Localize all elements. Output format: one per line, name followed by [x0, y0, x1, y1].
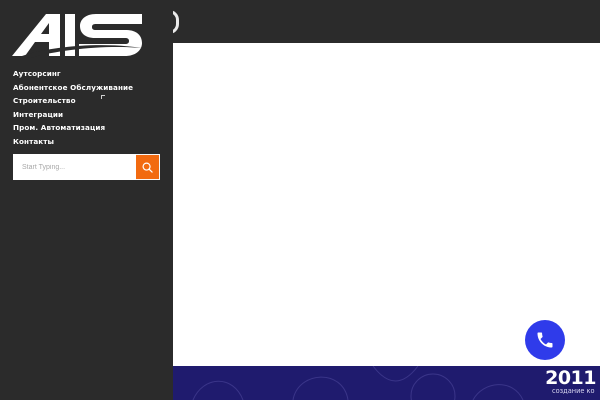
submenu-indicator-icon — [101, 95, 105, 99]
top-bar — [169, 0, 600, 43]
banner-background-pattern — [192, 366, 524, 400]
menu-item-contacts[interactable]: Контакты — [13, 135, 133, 149]
search-button[interactable] — [136, 154, 160, 180]
search-icon — [142, 162, 153, 173]
menu-item-industrial-automation[interactable]: Пром. Автоматизация — [13, 121, 133, 135]
menu-item-label: Интеграции — [13, 109, 64, 119]
banner-caption: создание ко — [552, 387, 595, 395]
search-box — [13, 154, 160, 180]
banner-year: 2011 — [545, 367, 596, 389]
menu-item-outsourcing[interactable]: Аутсорсинг — [13, 67, 133, 81]
sidebar: Аутсорсинг Абонентское Обслуживание Стро… — [0, 0, 173, 400]
menu-item-label: Строительство — [13, 96, 76, 106]
menu-item-label: Абонентское Обслуживание — [13, 82, 134, 92]
menu-item-subscription-service[interactable]: Абонентское Обслуживание — [13, 81, 133, 95]
menu-item-label: Аутсорсинг — [13, 69, 61, 79]
call-button[interactable] — [525, 320, 565, 360]
main-menu: Аутсорсинг Абонентское Обслуживание Стро… — [13, 67, 133, 148]
phone-icon — [537, 332, 553, 348]
search-input[interactable] — [13, 154, 136, 180]
menu-item-label: Контакты — [13, 136, 55, 146]
menu-item-integrations[interactable]: Интеграции — [13, 108, 133, 122]
logo[interactable] — [12, 12, 144, 58]
menu-item-label: Пром. Автоматизация — [13, 123, 106, 133]
history-banner — [173, 366, 600, 400]
menu-item-construction[interactable]: Строительство — [13, 94, 133, 108]
